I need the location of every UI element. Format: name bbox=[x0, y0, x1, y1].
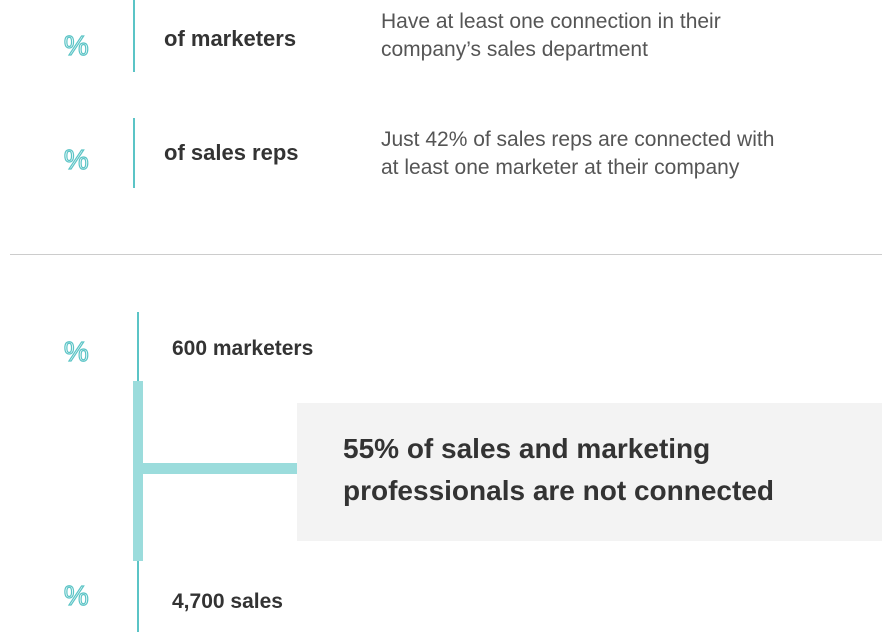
callout-text: 55% of sales and marketing professionals… bbox=[343, 428, 873, 512]
connector-horizontal-bar bbox=[143, 463, 297, 474]
stat-divider-line bbox=[133, 118, 135, 188]
connector-line-top bbox=[137, 312, 139, 382]
section-divider bbox=[10, 254, 882, 255]
bottom-sales-percent: 42% bbox=[8, 562, 89, 614]
description-line: at least one marketer at their company bbox=[381, 156, 740, 179]
stat-number: 42 bbox=[8, 559, 64, 617]
stat-divider-line bbox=[133, 0, 135, 72]
percent-sign: % bbox=[63, 580, 89, 611]
stat-label-marketers: of marketers bbox=[164, 26, 297, 51]
callout-line: professionals are not connected bbox=[343, 475, 774, 506]
connector-vertical-bar bbox=[133, 381, 143, 561]
stat-number: 72 bbox=[8, 315, 64, 373]
stat-description-sales-reps: Just 42% of sales reps are connected wit… bbox=[381, 126, 774, 182]
stat-description-marketers: Have at least one connection in their co… bbox=[381, 8, 721, 64]
description-line: company’s sales department bbox=[381, 38, 648, 61]
callout-line: 55% of sales and marketing bbox=[343, 433, 711, 464]
percent-sign: % bbox=[63, 30, 89, 61]
description-line: Just 42% of sales reps are connected wit… bbox=[381, 128, 775, 151]
percent-sign: % bbox=[63, 336, 89, 367]
percent-sign: % bbox=[63, 144, 89, 175]
connector-line-bottom bbox=[137, 561, 139, 632]
stat-marketers-percent: 72% bbox=[8, 12, 89, 64]
stat-sales-percent: 42% bbox=[8, 126, 89, 178]
marketers-count-label: 600 marketers bbox=[172, 337, 314, 360]
bottom-marketers-percent: 72% bbox=[8, 318, 89, 370]
stat-number: 42 bbox=[8, 123, 64, 181]
stat-number: 72 bbox=[8, 9, 64, 67]
sales-count-label: 4,700 sales bbox=[172, 590, 283, 613]
stat-label-sales-reps: of sales reps bbox=[164, 140, 299, 165]
description-line: Have at least one connection in their bbox=[381, 10, 721, 33]
